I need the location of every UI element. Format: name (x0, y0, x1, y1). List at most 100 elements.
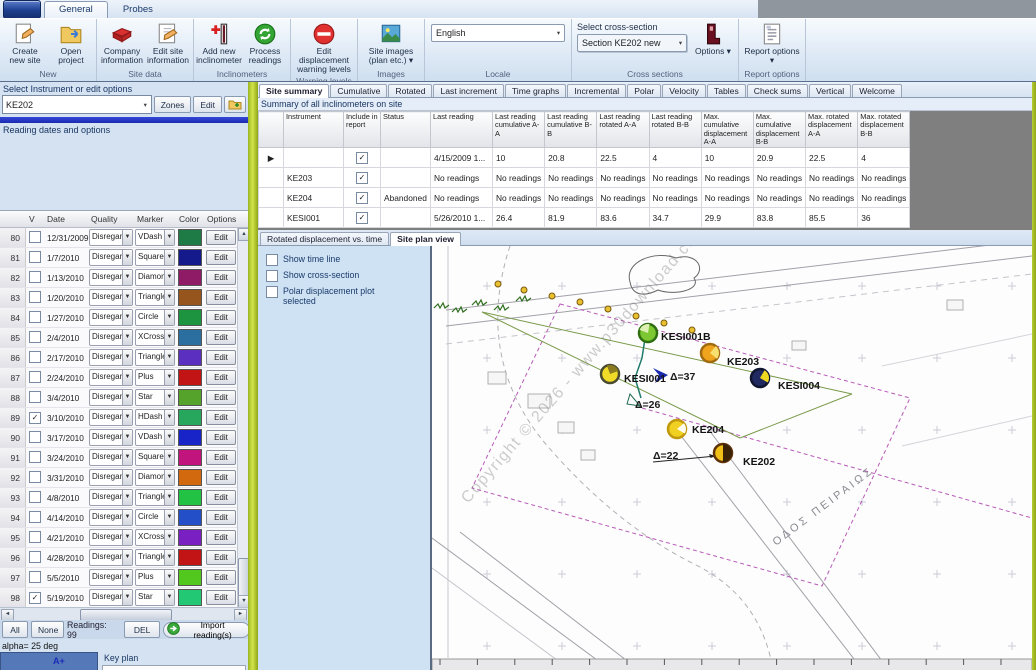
tab-last-increment[interactable]: Last increment (433, 84, 503, 97)
tab-welcome[interactable]: Welcome (852, 84, 902, 97)
summary-row[interactable]: KE204✓AbandonedNo readingsNo readingsNo … (259, 188, 910, 208)
color-swatch[interactable] (178, 589, 202, 606)
marker-dropdown[interactable]: Circle▼ (135, 309, 175, 326)
row-edit-button[interactable]: Edit (206, 350, 236, 365)
quality-dropdown[interactable]: Disregard▼ (89, 329, 133, 346)
zones-button[interactable]: Zones (154, 96, 192, 113)
instrument-cell[interactable]: KE202 (284, 148, 344, 168)
process-readings-button[interactable]: Process readings (242, 20, 288, 66)
locale-select[interactable]: English ▾ (431, 24, 565, 42)
quality-dropdown[interactable]: Disregard▼ (89, 429, 133, 446)
instrument-select[interactable]: KE202 ▾ (2, 95, 152, 114)
plan-option-checkbox[interactable] (266, 270, 278, 282)
color-swatch[interactable] (178, 289, 202, 306)
tab-cumulative[interactable]: Cumulative (330, 84, 387, 97)
marker-dropdown[interactable]: HDash▼ (135, 409, 175, 426)
row-checkbox[interactable] (29, 231, 41, 243)
edit-displacement-warning-levels-button[interactable]: Edit displacement warning levels (293, 20, 355, 75)
quality-dropdown[interactable]: Disregard▼ (89, 409, 133, 426)
site-plan-view[interactable]: Copyright © 2026 - www.p30download.com Ο… (430, 246, 1032, 670)
company-information-button[interactable]: Company information (99, 20, 145, 66)
quality-dropdown[interactable]: Disregard▼ (89, 489, 133, 506)
color-swatch[interactable] (178, 529, 202, 546)
row-edit-button[interactable]: Edit (206, 370, 236, 385)
instrument-cell[interactable]: KE204 (284, 188, 344, 208)
create-new-site-button[interactable]: Create new site (2, 20, 48, 66)
plan-option-checkbox[interactable] (266, 286, 278, 298)
row-edit-button[interactable]: Edit (206, 430, 236, 445)
marker-dropdown[interactable]: Plus▼ (135, 569, 175, 586)
quality-dropdown[interactable]: Disregard▼ (89, 469, 133, 486)
marker-dropdown[interactable]: Star▼ (135, 589, 175, 606)
color-swatch[interactable] (178, 509, 202, 526)
marker-dropdown[interactable]: TriangleD▼ (135, 549, 175, 566)
quality-dropdown[interactable]: Disregard▼ (89, 349, 133, 366)
tab-vertical[interactable]: Vertical (809, 84, 851, 97)
report-options-button[interactable]: Report options ▾ (741, 20, 803, 66)
edit-instrument-button[interactable]: Edit (193, 96, 222, 113)
import-readings-button[interactable]: Import reading(s) (163, 622, 250, 638)
quality-dropdown[interactable]: Disregard▼ (89, 369, 133, 386)
row-checkbox[interactable] (29, 431, 41, 443)
tab-probes[interactable]: Probes (108, 1, 168, 18)
select-none-button[interactable]: None (31, 621, 64, 638)
color-swatch[interactable] (178, 309, 202, 326)
row-checkbox[interactable] (29, 451, 41, 463)
row-checkbox[interactable] (29, 291, 41, 303)
tab-rotated-displacement-vs-time[interactable]: Rotated displacement vs. time (260, 232, 389, 245)
row-edit-button[interactable]: Edit (206, 490, 236, 505)
marker-dropdown[interactable]: VDash▼ (135, 429, 175, 446)
color-swatch[interactable] (178, 349, 202, 366)
quality-dropdown[interactable]: Disregard▼ (89, 389, 133, 406)
marker-dropdown[interactable]: Circle▼ (135, 509, 175, 526)
marker-dropdown[interactable]: Diamond▼ (135, 269, 175, 286)
row-checkbox[interactable] (29, 531, 41, 543)
color-swatch[interactable] (178, 469, 202, 486)
tab-incremental[interactable]: Incremental (567, 84, 626, 97)
row-edit-button[interactable]: Edit (206, 470, 236, 485)
row-edit-button[interactable]: Edit (206, 410, 236, 425)
application-menu-button[interactable] (3, 0, 41, 19)
quality-dropdown[interactable]: Disregard▼ (89, 229, 133, 246)
row-checkbox[interactable] (29, 471, 41, 483)
row-checkbox[interactable] (29, 371, 41, 383)
row-edit-button[interactable]: Edit (206, 530, 236, 545)
quality-dropdown[interactable]: Disregard▼ (89, 249, 133, 266)
row-checkbox[interactable] (29, 271, 41, 283)
quality-dropdown[interactable]: Disregard▼ (89, 589, 133, 606)
add-new-inclinometer-button[interactable]: Add new inclinometer (196, 20, 242, 66)
row-checkbox[interactable] (29, 571, 41, 583)
reading-table-hscrollbar[interactable]: ◄ ► (0, 607, 248, 620)
color-swatch[interactable] (178, 229, 202, 246)
marker-dropdown[interactable]: Triangle▼ (135, 289, 175, 306)
quality-dropdown[interactable]: Disregard▼ (89, 309, 133, 326)
row-checkbox[interactable]: ✓ (29, 412, 41, 424)
include-checkbox[interactable]: ✓ (356, 172, 368, 184)
instrument-cell[interactable]: KESI001 (284, 208, 344, 228)
quality-dropdown[interactable]: Disregard▼ (89, 569, 133, 586)
color-swatch[interactable] (178, 429, 202, 446)
add-instrument-button[interactable] (224, 96, 246, 113)
quality-dropdown[interactable]: Disregard▼ (89, 269, 133, 286)
quality-dropdown[interactable]: Disregard▼ (89, 509, 133, 526)
summary-row[interactable]: ▶KE202✓4/15/2009 1...1020.822.541020.922… (259, 148, 910, 168)
marker-dropdown[interactable]: TriangleD▼ (135, 349, 175, 366)
color-swatch[interactable] (178, 489, 202, 506)
tab-time-graphs[interactable]: Time graphs (505, 84, 566, 97)
include-checkbox[interactable]: ✓ (356, 152, 368, 164)
marker-dropdown[interactable]: XCross▼ (135, 529, 175, 546)
row-checkbox[interactable] (29, 331, 41, 343)
select-all-button[interactable]: All (2, 621, 28, 638)
marker-dropdown[interactable]: Triangle▼ (135, 489, 175, 506)
marker-dropdown[interactable]: Diamond▼ (135, 469, 175, 486)
color-swatch[interactable] (178, 569, 202, 586)
row-checkbox[interactable] (29, 391, 41, 403)
row-checkbox[interactable] (29, 551, 41, 563)
row-edit-button[interactable]: Edit (206, 390, 236, 405)
marker-dropdown[interactable]: XCross▼ (135, 329, 175, 346)
tab-rotated[interactable]: Rotated (388, 84, 432, 97)
row-edit-button[interactable]: Edit (206, 330, 236, 345)
tab-tables[interactable]: Tables (707, 84, 746, 97)
row-edit-button[interactable]: Edit (206, 450, 236, 465)
row-checkbox[interactable] (29, 251, 41, 263)
